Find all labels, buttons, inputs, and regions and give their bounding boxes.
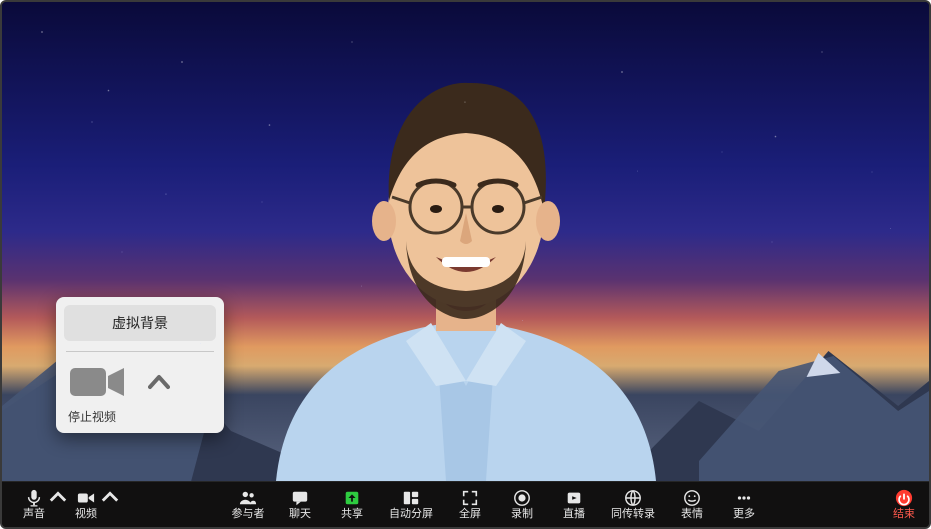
chat-label: 聊天 [289, 509, 311, 520]
video-label: 视频 [75, 509, 97, 520]
reactions-label: 表情 [681, 509, 703, 520]
participants-button[interactable]: 参与者 [222, 482, 274, 527]
stop-video-label: 停止视频 [64, 408, 216, 425]
menu-divider [66, 351, 214, 352]
audio-label: 声音 [23, 509, 45, 520]
video-area: 虚拟背景 停止视频 [2, 2, 929, 481]
live-button[interactable]: 直播 [548, 482, 600, 527]
video-button[interactable]: 视频 [60, 482, 112, 527]
more-button[interactable]: 更多 [718, 482, 770, 527]
fullscreen-button[interactable]: 全屏 [444, 482, 496, 527]
reactions-button[interactable]: 表情 [666, 482, 718, 527]
end-label: 结束 [893, 509, 915, 520]
virtual-background-button[interactable]: 虚拟背景 [64, 305, 216, 341]
toolbar-left: 声音 视频 [8, 482, 112, 527]
interpretation-label: 同传转录 [611, 509, 655, 520]
virtual-background-label: 虚拟背景 [112, 315, 168, 331]
chevron-up-icon[interactable] [48, 488, 58, 498]
video-submenu: 虚拟背景 停止视频 [56, 297, 224, 433]
live-label: 直播 [563, 509, 585, 520]
toolbar-right: 结束 [880, 482, 928, 527]
more-label: 更多 [733, 509, 755, 520]
participants-label: 参与者 [232, 509, 265, 520]
end-button[interactable]: 结束 [880, 482, 928, 527]
share-label: 共享 [341, 509, 363, 520]
record-label: 录制 [511, 509, 533, 520]
camera-icon[interactable] [70, 364, 126, 400]
record-button[interactable]: 录制 [496, 482, 548, 527]
chevron-up-icon[interactable] [148, 371, 170, 393]
chat-button[interactable]: 聊天 [274, 482, 326, 527]
auto-layout-label: 自动分屏 [389, 509, 433, 520]
auto-layout-button[interactable]: 自动分屏 [378, 482, 444, 527]
audio-button[interactable]: 声音 [8, 482, 60, 527]
chevron-up-icon[interactable] [100, 488, 110, 498]
share-button[interactable]: 共享 [326, 482, 378, 527]
toolbar: 声音 视频 参与者 聊天 共享 自动分 [2, 481, 929, 527]
background-mountains [2, 311, 929, 481]
participant-video [236, 21, 696, 481]
interpretation-button[interactable]: 同传转录 [600, 482, 666, 527]
fullscreen-label: 全屏 [459, 509, 481, 520]
toolbar-center: 参与者 聊天 共享 自动分屏 全屏 录制 [222, 482, 770, 527]
meeting-window: 虚拟背景 停止视频 声音 视频 [0, 0, 931, 529]
